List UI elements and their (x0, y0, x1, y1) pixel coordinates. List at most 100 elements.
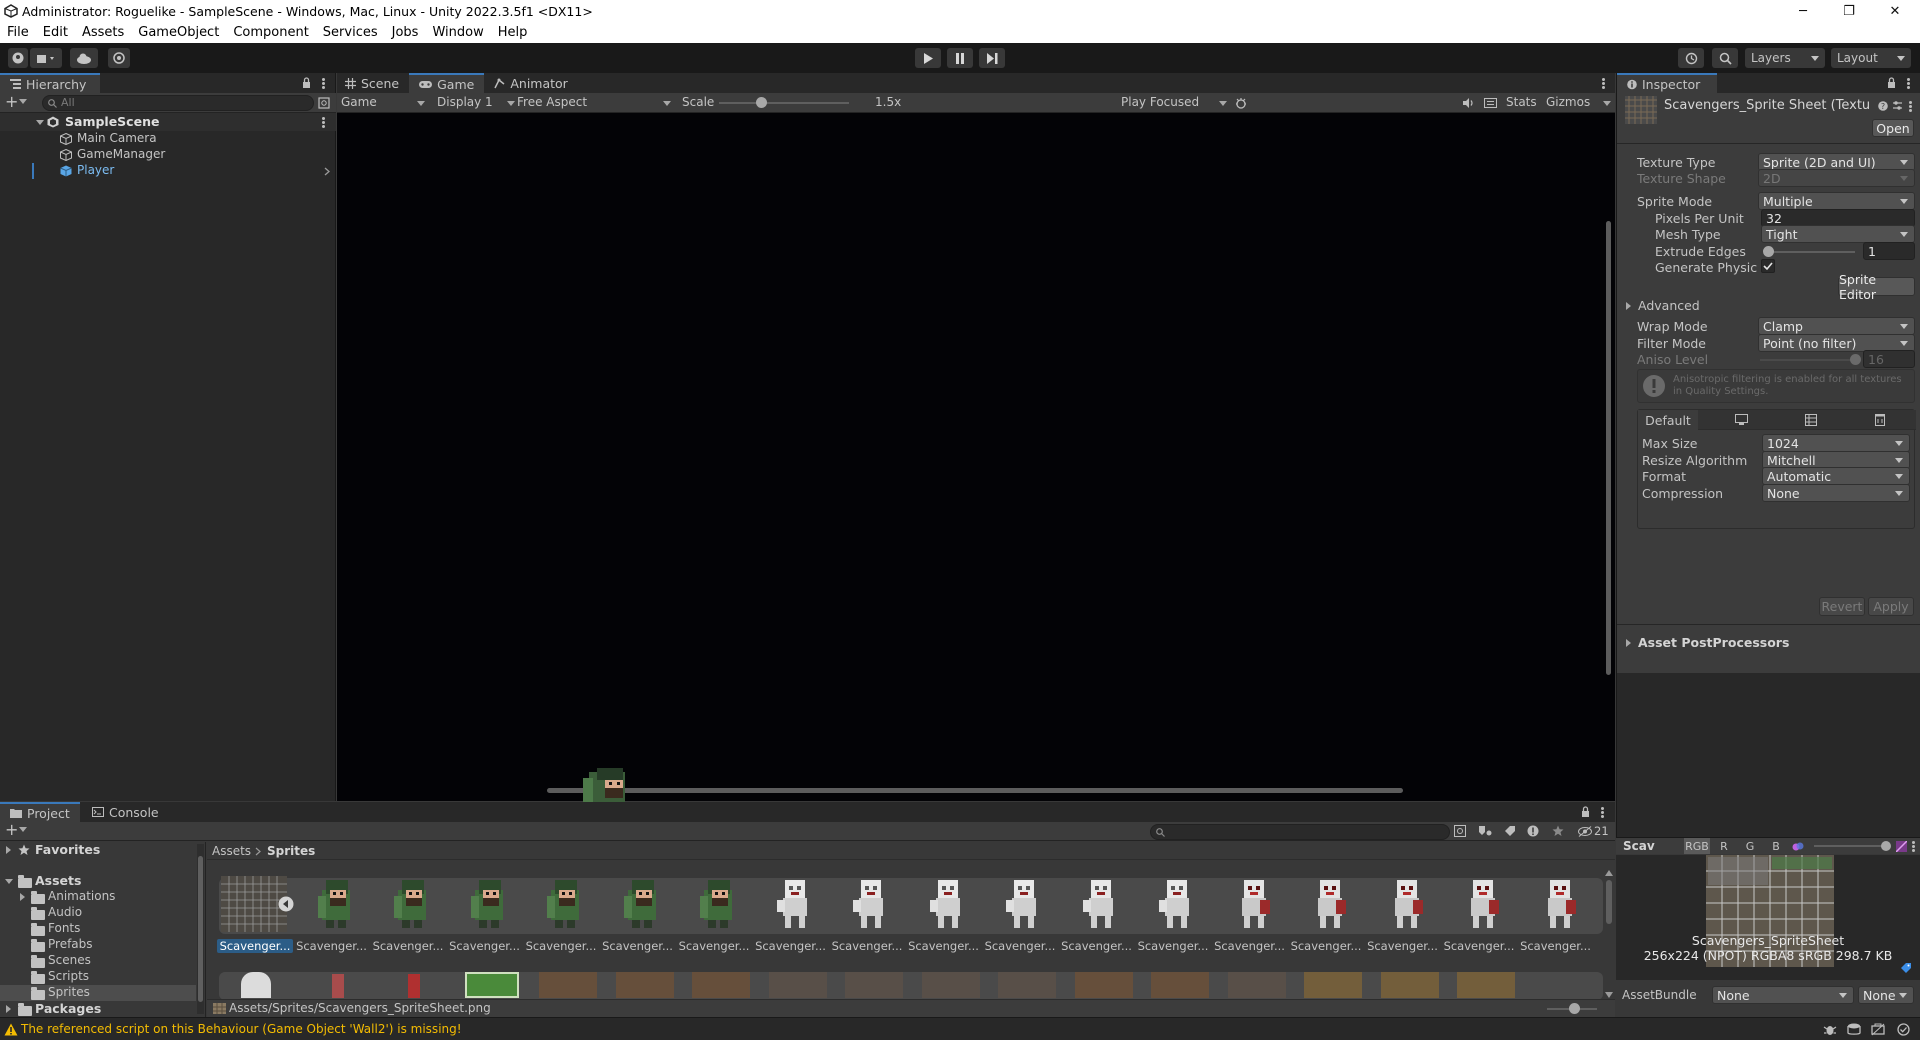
search-by-type-icon[interactable] (1454, 825, 1466, 837)
menu-jobs[interactable]: Jobs (385, 25, 426, 40)
asset-item[interactable] (908, 872, 984, 938)
asset-item[interactable] (1443, 872, 1519, 938)
folder-row[interactable]: Prefabs (0, 937, 200, 953)
assetbundle-dropdown[interactable]: None (1712, 986, 1854, 1004)
asset-item[interactable] (1061, 872, 1137, 938)
favorite-star-icon[interactable] (1552, 825, 1564, 837)
stats-toggle[interactable]: Stats (1506, 95, 1537, 109)
cloud-button[interactable] (70, 48, 98, 68)
favorites-row[interactable]: Favorites (0, 842, 200, 858)
thumbnail-size-slider-handle[interactable] (1569, 1003, 1580, 1014)
asset-postprocessors-foldout[interactable]: Asset PostProcessors (1638, 635, 1789, 650)
asset-item[interactable] (1214, 872, 1290, 938)
bug-icon[interactable] (1823, 1023, 1837, 1036)
asset-item[interactable] (1520, 872, 1596, 938)
asset-item[interactable] (1290, 872, 1366, 938)
hierarchy-item[interactable]: Main Camera (0, 131, 336, 147)
tag-icon[interactable] (1900, 962, 1912, 974)
play-button[interactable] (915, 48, 941, 68)
asset-item[interactable] (372, 872, 448, 938)
scale-slider-track[interactable] (719, 102, 849, 104)
alpha-channel-icon[interactable] (1792, 841, 1804, 852)
folder-row[interactable]: Scenes (0, 953, 200, 969)
menu-gameobject[interactable]: GameObject (131, 25, 226, 40)
cache-server-icon[interactable] (1847, 1023, 1861, 1036)
extrude-slider-track[interactable] (1765, 251, 1855, 253)
grid-scrollbar[interactable] (1605, 870, 1613, 998)
menu-component[interactable]: Component (226, 25, 315, 40)
search-by-label-icon[interactable] (1478, 825, 1492, 837)
step-button[interactable] (979, 48, 1005, 68)
packages-row[interactable]: Packages (0, 1001, 200, 1017)
sprite-mode-dropdown[interactable]: Multiple (1758, 192, 1915, 210)
tile-sprite-icon[interactable] (408, 974, 420, 998)
keyboard-shortcuts-icon[interactable] (1484, 97, 1497, 109)
revert-button[interactable]: Revert (1819, 597, 1865, 616)
tile-sprite-icon[interactable] (998, 972, 1056, 998)
game-viewport[interactable] (337, 113, 1615, 802)
folder-row-selected[interactable]: Sprites (0, 985, 196, 1001)
tile-sprite-icon[interactable] (1151, 972, 1209, 998)
tab-game[interactable]: Game (409, 73, 485, 93)
foldout-arrow-icon[interactable] (1626, 639, 1631, 647)
scroll-down-icon[interactable] (1605, 992, 1613, 998)
background-tasks-icon[interactable] (1871, 1023, 1885, 1036)
version-control-button[interactable] (30, 48, 62, 68)
foldout-arrow-icon[interactable] (20, 893, 25, 901)
scroll-up-icon[interactable] (1605, 870, 1613, 876)
tab-hierarchy[interactable]: Hierarchy (0, 73, 100, 93)
menu-edit[interactable]: Edit (36, 25, 75, 40)
webgl-platform-icon[interactable] (1805, 414, 1817, 426)
mesh-type-dropdown[interactable]: Tight (1761, 225, 1915, 243)
layers-dropdown[interactable]: Layers (1745, 48, 1825, 68)
generate-physics-checkbox[interactable] (1761, 259, 1775, 273)
extrude-field[interactable]: 1 (1863, 242, 1915, 260)
folder-row[interactable]: Animations (0, 889, 200, 905)
asset-item[interactable] (1137, 872, 1213, 938)
aspect-dropdown[interactable]: Free Aspect (517, 94, 675, 112)
mip-level-icon[interactable] (1896, 841, 1907, 852)
asset-item[interactable] (1367, 872, 1443, 938)
tab-default-platform[interactable]: Default (1638, 410, 1698, 430)
tab-animator[interactable]: Animator (484, 73, 577, 93)
lock-icon[interactable] (1581, 806, 1590, 817)
panel-menu-icon[interactable] (322, 78, 325, 89)
create-plus-icon[interactable]: + (5, 822, 31, 839)
hierarchy-item[interactable]: GameManager (0, 147, 336, 163)
tile-sprite-icon[interactable] (921, 972, 980, 998)
breadcrumb-sprites[interactable]: Sprites (267, 844, 315, 858)
play-focused-dropdown[interactable]: Play Focused (1121, 94, 1231, 112)
tree-scrollbar[interactable] (197, 844, 204, 1014)
standalone-platform-icon[interactable] (1735, 414, 1748, 426)
hierarchy-search-input[interactable]: All (42, 95, 314, 111)
asset-item[interactable] (755, 872, 831, 938)
warning-filter-icon[interactable] (1527, 825, 1539, 837)
account-button[interactable] (8, 48, 28, 68)
scene-row[interactable]: SampleScene (0, 113, 336, 131)
compression-dropdown[interactable]: None (1762, 484, 1910, 502)
project-search-input[interactable] (1150, 824, 1450, 840)
exit-sign-sprite-icon[interactable] (464, 972, 519, 998)
panel-menu-icon[interactable] (1907, 78, 1910, 89)
tile-sprite-icon[interactable] (1074, 972, 1133, 998)
services-button[interactable] (108, 48, 130, 68)
component-menu-icon[interactable] (1909, 101, 1912, 112)
presets-icon[interactable] (1892, 100, 1903, 111)
advanced-foldout[interactable]: Advanced (1638, 298, 1700, 313)
folder-row[interactable]: Audio (0, 905, 200, 921)
server-platform-icon[interactable] (1875, 414, 1885, 426)
tree-scrollbar-thumb[interactable] (198, 856, 203, 1002)
undo-history-button[interactable] (1678, 48, 1704, 68)
panel-menu-icon[interactable] (1601, 807, 1604, 818)
tile-sprite-icon[interactable] (539, 972, 597, 998)
display-dropdown[interactable]: Display 1 (437, 94, 519, 112)
frame-debugger-icon[interactable] (1234, 96, 1248, 110)
tab-inspector[interactable]: Inspector (1617, 73, 1717, 93)
format-dropdown[interactable]: Automatic (1762, 467, 1910, 485)
panel-menu-icon[interactable] (1602, 78, 1605, 89)
tag-filter-icon[interactable] (1504, 825, 1516, 837)
asset-item[interactable] (449, 872, 525, 938)
maximize-button[interactable]: ❐ (1826, 0, 1872, 22)
menu-file[interactable]: File (0, 25, 36, 40)
tile-sprite-icon[interactable] (768, 972, 827, 998)
